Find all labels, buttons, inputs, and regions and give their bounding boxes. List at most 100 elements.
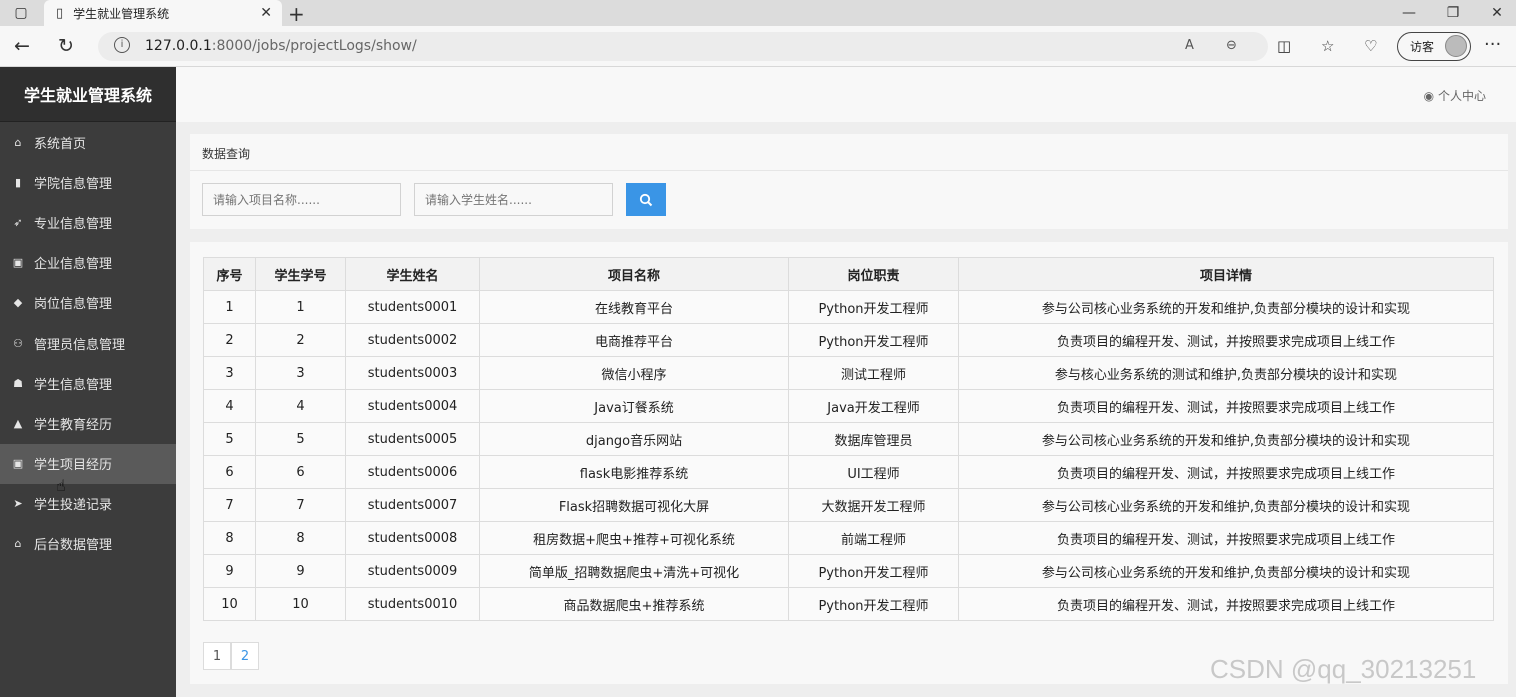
refresh-icon[interactable]: ↻ [58,35,74,57]
results-panel: 序号 学生学号 学生姓名 项目名称 岗位职责 项目详情 1 1 students0001 在线教… [190,242,1508,684]
close-window-icon[interactable]: ✕ [1488,4,1506,22]
sidebar-item-label: 学生教育经历 [34,417,113,433]
minimize-icon[interactable]: — [1400,4,1418,22]
search-icon [639,193,653,206]
table-cell: 简单版_招聘数据爬虫+清洗+可视化 [479,554,789,588]
personal-center-link[interactable]: ◉ 个人中心 [1424,87,1486,104]
table-cell: 电商推荐平台 [479,323,789,357]
favorites-icon[interactable]: ☆ [1321,37,1334,55]
sidebar-item[interactable]: ◆ 岗位信息管理 [0,283,176,323]
student-name-input[interactable] [414,183,613,216]
split-screen-icon[interactable]: ◫ [1277,37,1291,55]
table-cell: 8 [255,521,346,555]
watermark: CSDN @qq_30213251 [1210,654,1477,684]
table-cell: 8 [203,521,256,555]
home-icon: ⌂ [14,537,22,551]
restore-icon[interactable]: ❐ [1444,4,1462,22]
browser-toolbar: ← ↻ i 127.0.0.1:8000/jobs/projectLogs/sh… [0,26,1516,67]
table-cell: 数据库管理员 [788,422,959,456]
back-icon[interactable]: ← [14,35,30,57]
table-cell: students0006 [345,455,480,489]
top-header: ◉ 个人中心 [176,67,1516,122]
table-row[interactable]: 4 4 students0004 Java订餐系统 Java开发工程师 负责项目的编程开发… [203,389,1494,423]
sidebar-item-label: 企业信息管理 [34,257,113,273]
divider [190,170,1508,171]
sidebar-item[interactable]: ☗ 学生信息管理 [0,363,176,403]
table-row[interactable]: 8 8 students0008 租房数据+爬虫+推荐+可视化系统 前端工程师 负责项目的… [203,521,1494,555]
close-tab-icon[interactable]: ✕ [260,5,272,21]
address-bar[interactable]: i 127.0.0.1:8000/jobs/projectLogs/show/ … [98,32,1268,61]
table-row[interactable]: 10 10 students0010 商品数据爬虫+推荐系统 Python开发工程师 负责… [203,587,1494,621]
send-icon: ➤ [13,497,23,511]
sidebar-item[interactable]: ▣ 企业信息管理 [0,243,176,283]
more-options-icon[interactable]: ··· [1484,34,1501,55]
pagination: 12 [203,642,259,670]
search-button[interactable] [626,183,666,216]
sidebar-item[interactable]: ⌂ 后台数据管理 [0,524,176,564]
table-cell: 1 [203,290,256,324]
table-cell: 3 [255,356,346,390]
info-icon[interactable]: i [114,37,130,53]
table-cell: 在线教育平台 [479,290,789,324]
sidebar-item-label: 系统首页 [34,136,87,152]
profile-label: 访客 [1410,40,1435,54]
table-row[interactable]: 1 1 students0001 在线教育平台 Python开发工程师 参与公司核心业务系… [203,290,1494,324]
sidebar-item[interactable]: ➤ 学生投递记录 [0,484,176,524]
browser-essentials-icon[interactable]: ♡ [1364,37,1377,55]
id-card-icon: ▣ [12,256,24,270]
table-cell: 负责项目的编程开发、测试，并按照要求完成项目上线工作 [958,389,1494,423]
table-cell: 1 [255,290,346,324]
sidebar-item[interactable]: ➶ 专业信息管理 [0,202,176,242]
table-cell: UI工程师 [788,455,959,489]
users-icon: ☗ [13,376,23,390]
table-row[interactable]: 2 2 students0002 电商推荐平台 Python开发工程师 负责项目的编程开发… [203,323,1494,357]
table-cell: 9 [255,554,346,588]
sidebar-item-label: 学院信息管理 [34,176,113,192]
avatar [1445,35,1467,57]
read-aloud-icon[interactable]: A [1185,38,1194,53]
column-header: 岗位职责 [788,257,959,291]
browser-tab[interactable]: ▯ 学生就业管理系统 ✕ [44,0,282,26]
sidebar-item-label: 后台数据管理 [34,538,113,554]
project-log-table: 序号 学生学号 学生姓名 项目名称 岗位职责 项目详情 1 1 students0001 在线教… [203,257,1494,621]
profile-button[interactable]: 访客 [1397,32,1471,61]
table-cell: students0002 [345,323,480,357]
table-row[interactable]: 9 9 students0009 简单版_招聘数据爬虫+清洗+可视化 Python开发工… [203,554,1494,588]
column-header: 序号 [203,257,256,291]
table-body: 1 1 students0001 在线教育平台 Python开发工程师 参与公司核心业务系… [203,290,1494,621]
tab-title: 学生就业管理系统 [73,6,170,21]
page-link[interactable]: 1 [203,642,231,670]
page-link[interactable]: 2 [231,642,259,670]
new-tab-icon[interactable]: + [288,2,305,26]
table-cell: Java订餐系统 [479,389,789,423]
table-cell: 7 [203,488,256,522]
table-cell: 负责项目的编程开发、测试，并按照要求完成项目上线工作 [958,587,1494,621]
table-cell: 测试工程师 [788,356,959,390]
table-cell: 10 [255,587,346,621]
sidebar-item[interactable]: ▮ 学院信息管理 [0,162,176,202]
sidebar-item-label: 学生投递记录 [34,498,113,514]
table-cell: students0003 [345,356,480,390]
table-cell: 负责项目的编程开发、测试，并按照要求完成项目上线工作 [958,521,1494,555]
column-header: 学生学号 [255,257,346,291]
table-cell: 7 [255,488,346,522]
table-cell: 租房数据+爬虫+推荐+可视化系统 [479,521,789,555]
table-cell: students0009 [345,554,480,588]
table-cell: 2 [255,323,346,357]
table-row[interactable]: 3 3 students0003 微信小程序 测试工程师 参与核心业务系统的测试和维护,负… [203,356,1494,390]
query-panel: 数据查询 [190,134,1508,229]
sidebar-item[interactable]: ▣ 学生项目经历 [0,443,176,484]
tab-actions-icon[interactable]: ▢ [12,4,30,22]
table-row[interactable]: 5 5 students0005 django音乐网站 数据库管理员 参与公司核心业务系统… [203,422,1494,456]
table-row[interactable]: 6 6 students0006 flask电影推荐系统 UI工程师 负责项目的编程开发、… [203,455,1494,489]
table-cell: 5 [255,422,346,456]
id-card-icon: ▣ [12,457,24,471]
sidebar-item[interactable]: ⚇ 管理员信息管理 [0,323,176,363]
column-header: 项目名称 [479,257,789,291]
zoom-icon[interactable]: ⊖ [1226,38,1237,53]
sidebar-item[interactable]: ▲ 学生教育经历 [0,403,176,443]
table-row[interactable]: 7 7 students0007 Flask招聘数据可视化大屏 大数据开发工程师 参与公司… [203,488,1494,522]
table-cell: 10 [203,587,256,621]
sidebar-item[interactable]: ⌂ 系统首页 [0,122,176,162]
project-name-input[interactable] [202,183,401,216]
